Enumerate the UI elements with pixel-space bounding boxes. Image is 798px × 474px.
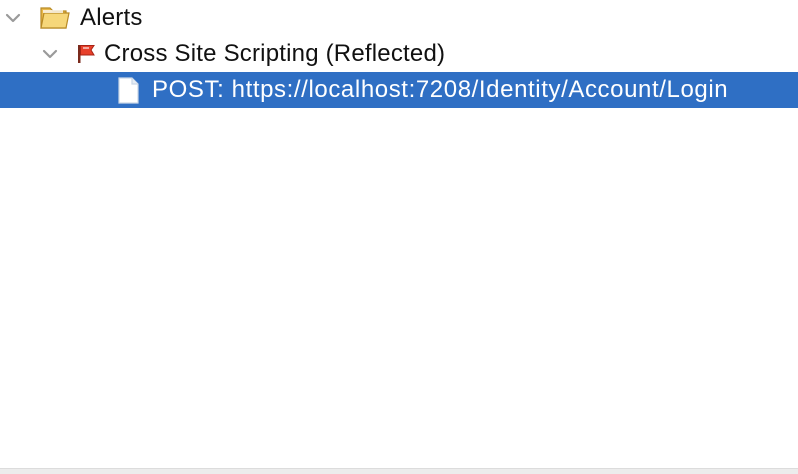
alerts-tree[interactable]: Alerts Cross Site Scripting (Reflected) … — [0, 0, 798, 468]
chevron-down-icon[interactable] — [40, 36, 60, 72]
tree-node-label: POST: https://localhost:7208/Identity/Ac… — [152, 76, 729, 103]
panel-bottom-border — [0, 468, 798, 474]
tree-node-label: Alerts — [80, 4, 143, 31]
tree-node-alerts[interactable]: Alerts — [0, 0, 798, 36]
document-icon — [116, 72, 142, 108]
folder-open-icon — [38, 0, 74, 36]
tree-node-cross-site-scripting[interactable]: Cross Site Scripting (Reflected) — [0, 36, 798, 72]
tree-node-label: Cross Site Scripting (Reflected) — [104, 40, 446, 67]
chevron-down-icon[interactable] — [3, 0, 23, 36]
tree-node-alert-instance[interactable]: POST: https://localhost:7208/Identity/Ac… — [0, 72, 798, 108]
red-flag-icon — [76, 36, 98, 72]
